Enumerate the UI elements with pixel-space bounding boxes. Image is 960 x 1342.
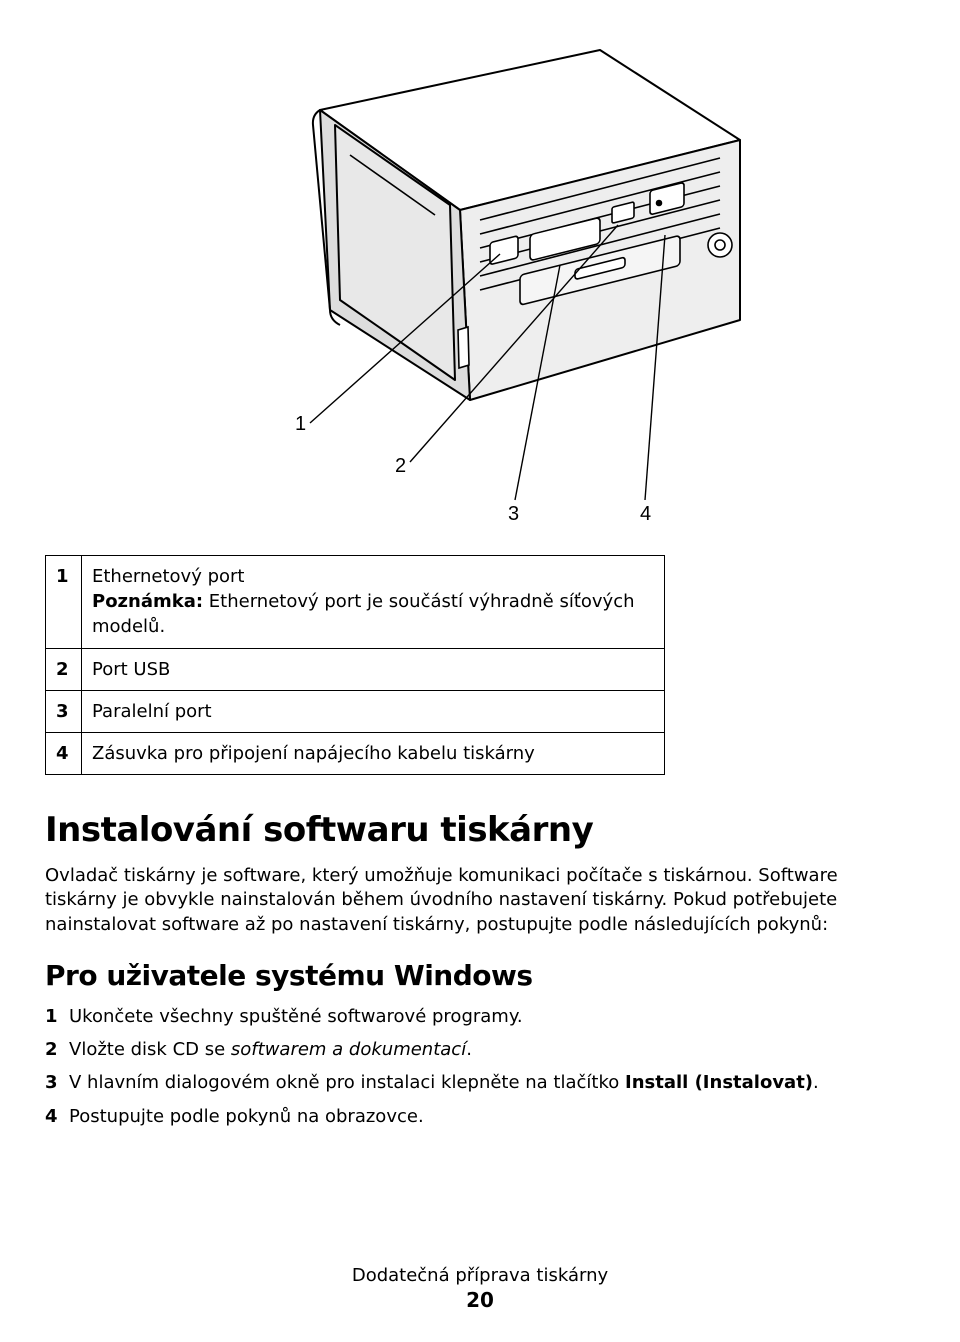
section-paragraph: Ovladač tiskárny je software, který umož… [45, 864, 915, 937]
table-row: 4 Zásuvka pro připojení napájecího kabel… [46, 732, 665, 774]
page-number: 20 [0, 1288, 960, 1312]
port-desc: Paralelní port [82, 690, 665, 732]
steps-list: 1 Ukončete všechny spuštěné softwarové p… [45, 1004, 915, 1129]
port-num: 3 [46, 690, 82, 732]
footer-title: Dodatečná příprava tiskárny [0, 1265, 960, 1286]
callout-1: 1 [295, 413, 306, 435]
port-num: 4 [46, 732, 82, 774]
step-text: Ukončete všechny spuštěné softwarové pro… [69, 1004, 915, 1029]
step-number: 3 [45, 1070, 69, 1095]
port-reference-table: 1 Ethernetový port Poznámka: Ethernetový… [45, 555, 665, 775]
step-item: 1 Ukončete všechny spuštěné softwarové p… [45, 1004, 915, 1029]
section-heading-install: Instalování softwaru tiskárny [45, 810, 915, 850]
port-num: 1 [46, 556, 82, 649]
section-heading-windows: Pro uživatele systému Windows [45, 959, 915, 992]
printer-rear-diagram: 1 2 3 4 [180, 30, 780, 530]
table-row: 3 Paralelní port [46, 690, 665, 732]
step-item: 3 V hlavním dialogovém okně pro instalac… [45, 1070, 915, 1095]
note-label: Poznámka: [92, 591, 203, 612]
step-text: Vložte disk CD se softwarem a dokumentac… [69, 1037, 915, 1062]
port-desc: Port USB [82, 648, 665, 690]
port-num: 2 [46, 648, 82, 690]
port-desc: Zásuvka pro připojení napájecího kabelu … [82, 732, 665, 774]
port-desc: Ethernetový port Poznámka: Ethernetový p… [82, 556, 665, 649]
step-item: 4 Postupujte podle pokynů na obrazovce. [45, 1104, 915, 1129]
step-text: V hlavním dialogovém okně pro instalaci … [69, 1070, 915, 1095]
callout-2: 2 [395, 455, 406, 477]
callout-3: 3 [508, 503, 519, 525]
step-item: 2 Vložte disk CD se softwarem a dokument… [45, 1037, 915, 1062]
step-number: 4 [45, 1104, 69, 1129]
step-text: Postupujte podle pokynů na obrazovce. [69, 1104, 915, 1129]
step-number: 1 [45, 1004, 69, 1029]
table-row: 1 Ethernetový port Poznámka: Ethernetový… [46, 556, 665, 649]
step-number: 2 [45, 1037, 69, 1062]
table-row: 2 Port USB [46, 648, 665, 690]
callout-4: 4 [640, 503, 651, 525]
page-footer: Dodatečná příprava tiskárny 20 [0, 1265, 960, 1312]
